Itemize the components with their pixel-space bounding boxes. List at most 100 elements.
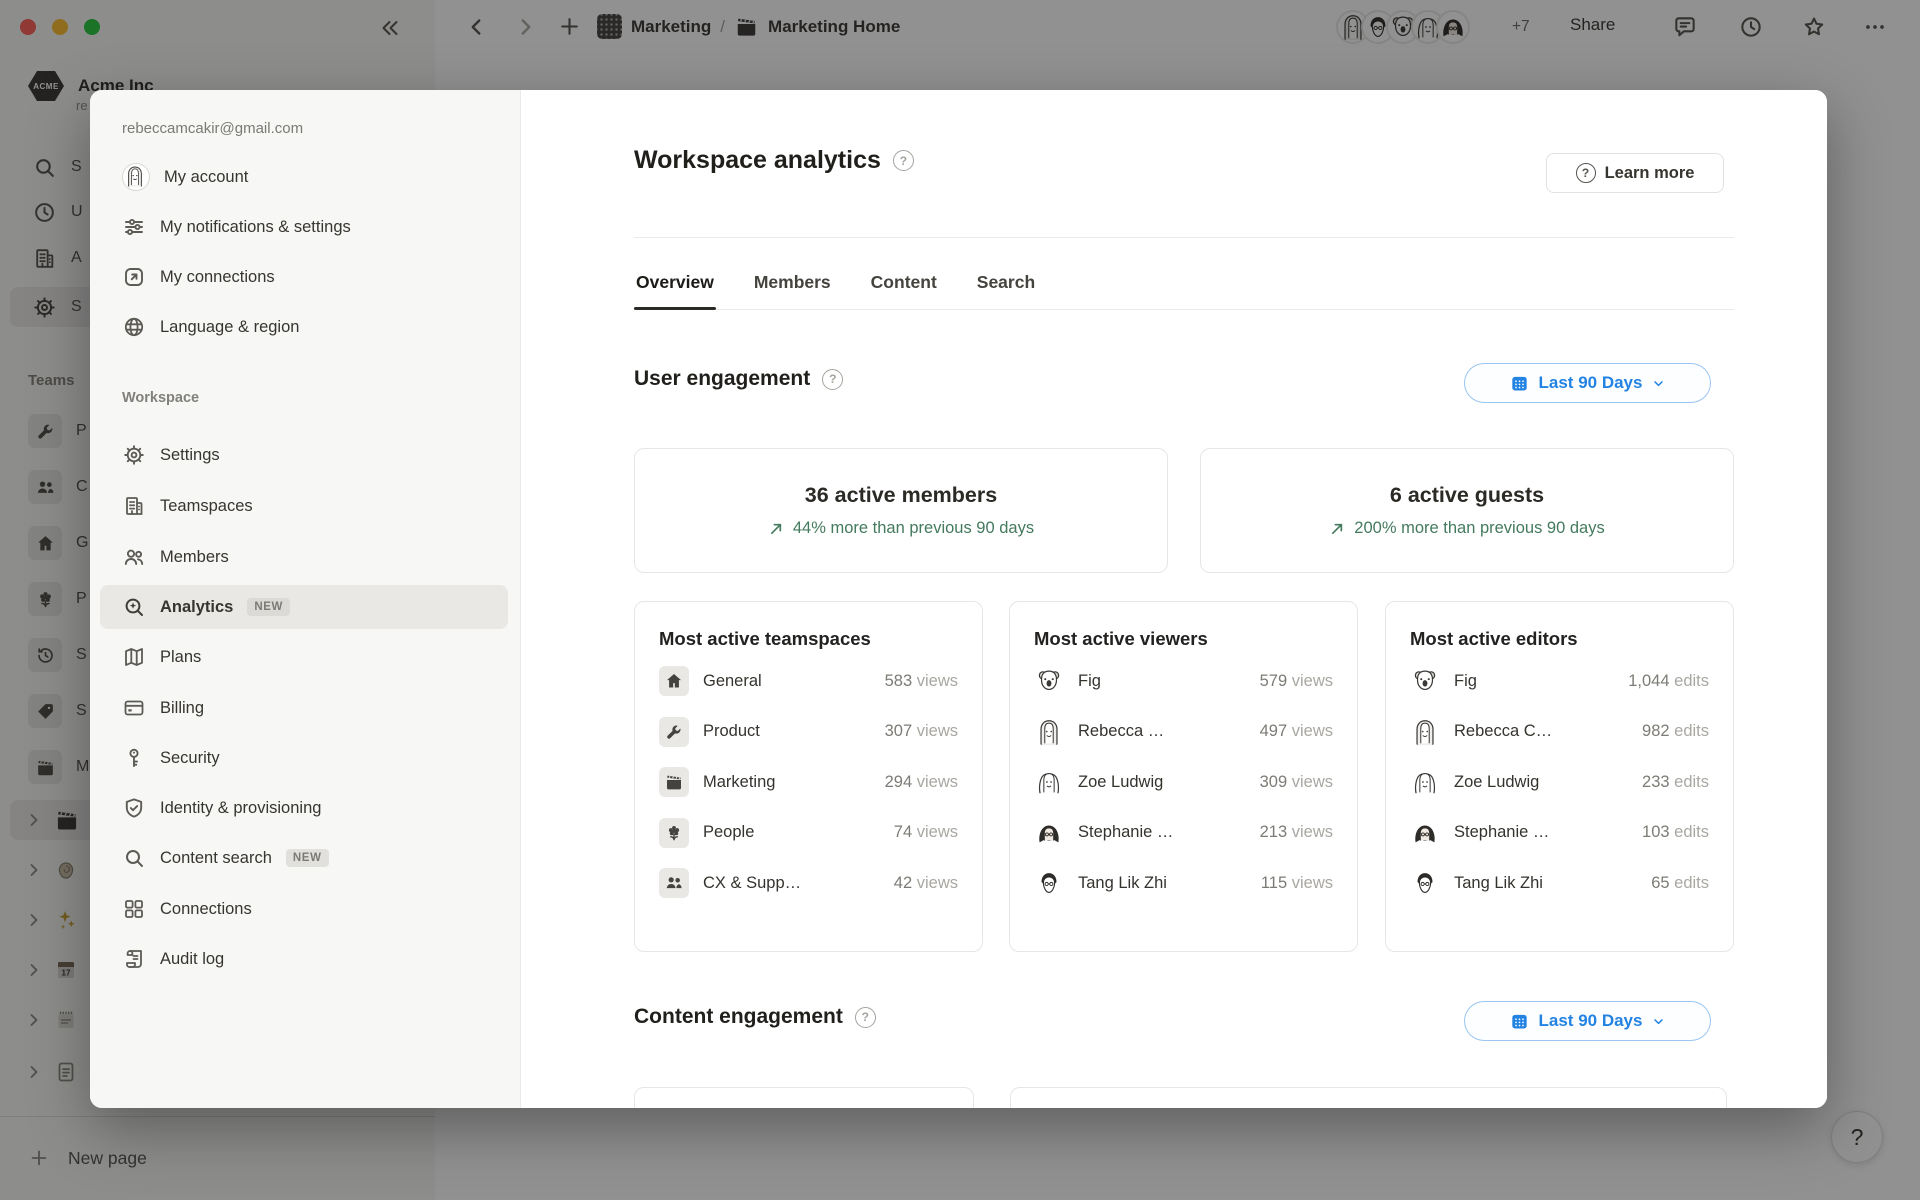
new-badge: NEW [286, 849, 329, 867]
member-name: Stephanie … [1078, 823, 1246, 842]
teamspace-name: Marketing [703, 773, 871, 792]
screen: ACME Acme Inc re S U A S Teams [0, 0, 1920, 1200]
search-icon [122, 846, 146, 870]
settings-item-plans[interactable]: Plans [100, 635, 508, 679]
edits-count: 233 edits [1642, 773, 1709, 792]
list-item[interactable]: Tang Lik Zhi 115 views [1034, 858, 1333, 909]
question-icon[interactable]: ? [855, 1007, 876, 1028]
list-item[interactable]: Fig 579 views [1034, 656, 1333, 707]
tab-search[interactable]: Search [975, 262, 1037, 309]
tab-overview[interactable]: Overview [634, 262, 716, 309]
question-icon[interactable]: ? [822, 369, 843, 390]
settings-item-teamspaces[interactable]: Teamspaces [100, 484, 508, 528]
settings-item-content-search[interactable]: Content search NEW [100, 836, 508, 880]
building-icon [122, 494, 146, 518]
views-count: 213 views [1260, 823, 1333, 842]
stat-headline: 36 active members [805, 483, 997, 508]
settings-item-connections[interactable]: Connections [100, 887, 508, 931]
member-name: Rebecca C… [1454, 722, 1628, 741]
avatar [1410, 767, 1440, 797]
most-active-viewers-card: Most active viewers Fig 579 views Rebecc… [1009, 601, 1358, 952]
scroll-icon [122, 947, 146, 971]
settings-item-audit-log[interactable]: Audit log [100, 937, 508, 981]
list-item[interactable]: Marketing 294 views [659, 757, 958, 808]
edits-count: 65 edits [1651, 874, 1709, 893]
avatar [1410, 666, 1440, 696]
list-item[interactable]: Fig 1,044 edits [1410, 656, 1709, 707]
tab-members[interactable]: Members [752, 262, 833, 309]
settings-item-my-connections[interactable]: My connections [100, 255, 508, 299]
edits-count: 1,044 edits [1628, 672, 1709, 691]
list-item[interactable]: Rebecca C… 982 edits [1410, 707, 1709, 758]
list-item[interactable]: Stephanie … 103 edits [1410, 808, 1709, 859]
content-engagement-header: Content engagement ? [634, 1005, 876, 1029]
settings-item-settings[interactable]: Settings [100, 433, 508, 477]
chevron-down-icon [1651, 1014, 1666, 1029]
member-name: Tang Lik Zhi [1454, 874, 1637, 893]
member-name: Zoe Ludwig [1454, 773, 1628, 792]
member-name: Zoe Ludwig [1078, 773, 1246, 792]
workspace-section-header: Workspace [122, 390, 199, 406]
active-guests-card: 6 active guests 200% more than previous … [1200, 448, 1734, 573]
views-count: 115 views [1261, 874, 1333, 893]
views-count: 583 views [885, 672, 958, 691]
settings-item-notifications[interactable]: My notifications & settings [100, 205, 508, 249]
settings-item-members[interactable]: Members [100, 535, 508, 579]
key-icon [122, 746, 146, 770]
map-icon [122, 645, 146, 669]
analytics-panel: Workspace analytics ? ? Learn more Overv… [521, 90, 1827, 1108]
settings-item-analytics[interactable]: Analytics NEW [100, 585, 508, 629]
settings-item-security[interactable]: Security [100, 736, 508, 780]
tab-content[interactable]: Content [869, 262, 939, 309]
list-item[interactable]: CX & Supp… 42 views [659, 858, 958, 909]
settings-item-language-region[interactable]: Language & region [100, 305, 508, 349]
teamspace-name: People [703, 823, 880, 842]
member-name: Fig [1078, 672, 1246, 691]
grid-icon [122, 897, 146, 921]
views-count: 74 views [894, 823, 958, 842]
settings-item-my-account[interactable]: My account [100, 155, 508, 199]
list-item[interactable]: Zoe Ludwig 309 views [1034, 757, 1333, 808]
views-count: 42 views [894, 874, 958, 893]
list-item[interactable]: General 583 views [659, 656, 958, 707]
gear-icon [122, 443, 146, 467]
settings-item-identity-provisioning[interactable]: Identity & provisioning [100, 786, 508, 830]
new-badge: NEW [247, 598, 290, 616]
calendar-icon [1509, 373, 1530, 394]
list-item[interactable]: Tang Lik Zhi 65 edits [1410, 858, 1709, 909]
trend-up-icon [768, 520, 785, 537]
people-icon [122, 545, 146, 569]
learn-more-button[interactable]: ? Learn more [1546, 153, 1724, 193]
globe-icon [122, 315, 146, 339]
shield-check-icon [122, 796, 146, 820]
chevron-down-icon [1651, 376, 1666, 391]
edits-count: 103 edits [1642, 823, 1709, 842]
card-title: Most active editors [1410, 628, 1709, 650]
member-name: Rebecca … [1078, 722, 1246, 741]
flower-icon [659, 818, 689, 848]
avatar [1034, 767, 1064, 797]
user-avatar [122, 163, 150, 191]
avatar [1410, 868, 1440, 898]
analytics-search-icon [122, 595, 146, 619]
list-item[interactable]: People 74 views [659, 808, 958, 859]
list-item[interactable]: Zoe Ludwig 233 edits [1410, 757, 1709, 808]
list-item[interactable]: Product 307 views [659, 707, 958, 758]
date-range-dropdown[interactable]: Last 90 Days [1464, 363, 1711, 403]
views-count: 294 views [885, 773, 958, 792]
avatar [1410, 818, 1440, 848]
question-icon[interactable]: ? [893, 150, 914, 171]
question-icon: ? [1576, 163, 1596, 183]
teamspace-name: General [703, 672, 871, 691]
user-engagement-header: User engagement ? [634, 367, 843, 391]
list-item[interactable]: Rebecca … 497 views [1034, 707, 1333, 758]
card-title: Most active viewers [1034, 628, 1333, 650]
avatar [1410, 717, 1440, 747]
settings-item-billing[interactable]: Billing [100, 686, 508, 730]
avatar [1034, 666, 1064, 696]
date-range-dropdown[interactable]: Last 90 Days [1464, 1001, 1711, 1041]
list-item[interactable]: Stephanie … 213 views [1034, 808, 1333, 859]
arrow-up-right-box-icon [122, 265, 146, 289]
stat-delta: 44% more than previous 90 days [768, 519, 1034, 538]
views-count: 497 views [1260, 722, 1333, 741]
